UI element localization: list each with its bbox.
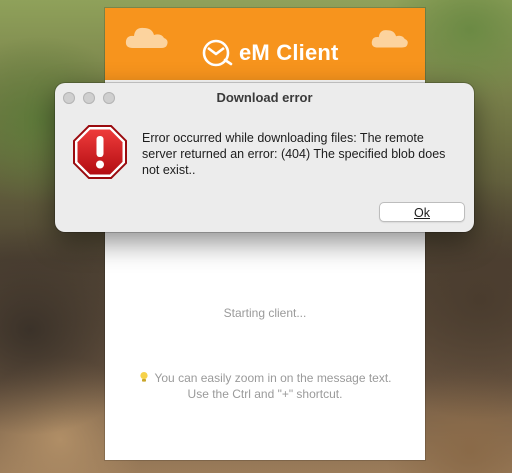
dialog-title: Download error xyxy=(216,90,313,105)
tip-line-1: You can easily zoom in on the message te… xyxy=(154,371,392,385)
dialog-message: Error occurred while downloading files: … xyxy=(142,131,446,177)
client-header: eM Client xyxy=(105,8,425,80)
lightbulb-icon xyxy=(140,372,149,382)
ok-button-label: Ok xyxy=(414,206,430,220)
brand-name: eM Client xyxy=(239,40,339,65)
tip-text: You can easily zoom in on the message te… xyxy=(105,370,425,402)
download-error-dialog: Download error Error occurred while down… xyxy=(55,83,474,232)
envelope-logo-icon xyxy=(202,39,233,67)
brand-logo: eM Client xyxy=(201,38,339,68)
client-window: eM Client Starting client... You can eas… xyxy=(105,8,425,460)
cloud-icon xyxy=(371,30,408,48)
cloud-icon xyxy=(125,27,168,48)
ok-button[interactable]: Ok xyxy=(379,202,465,222)
status-text: Starting client... xyxy=(223,306,307,320)
stop-sign-exclamation-icon xyxy=(73,125,127,179)
tip-line-2: Use the Ctrl and "+" shortcut. xyxy=(187,387,343,401)
